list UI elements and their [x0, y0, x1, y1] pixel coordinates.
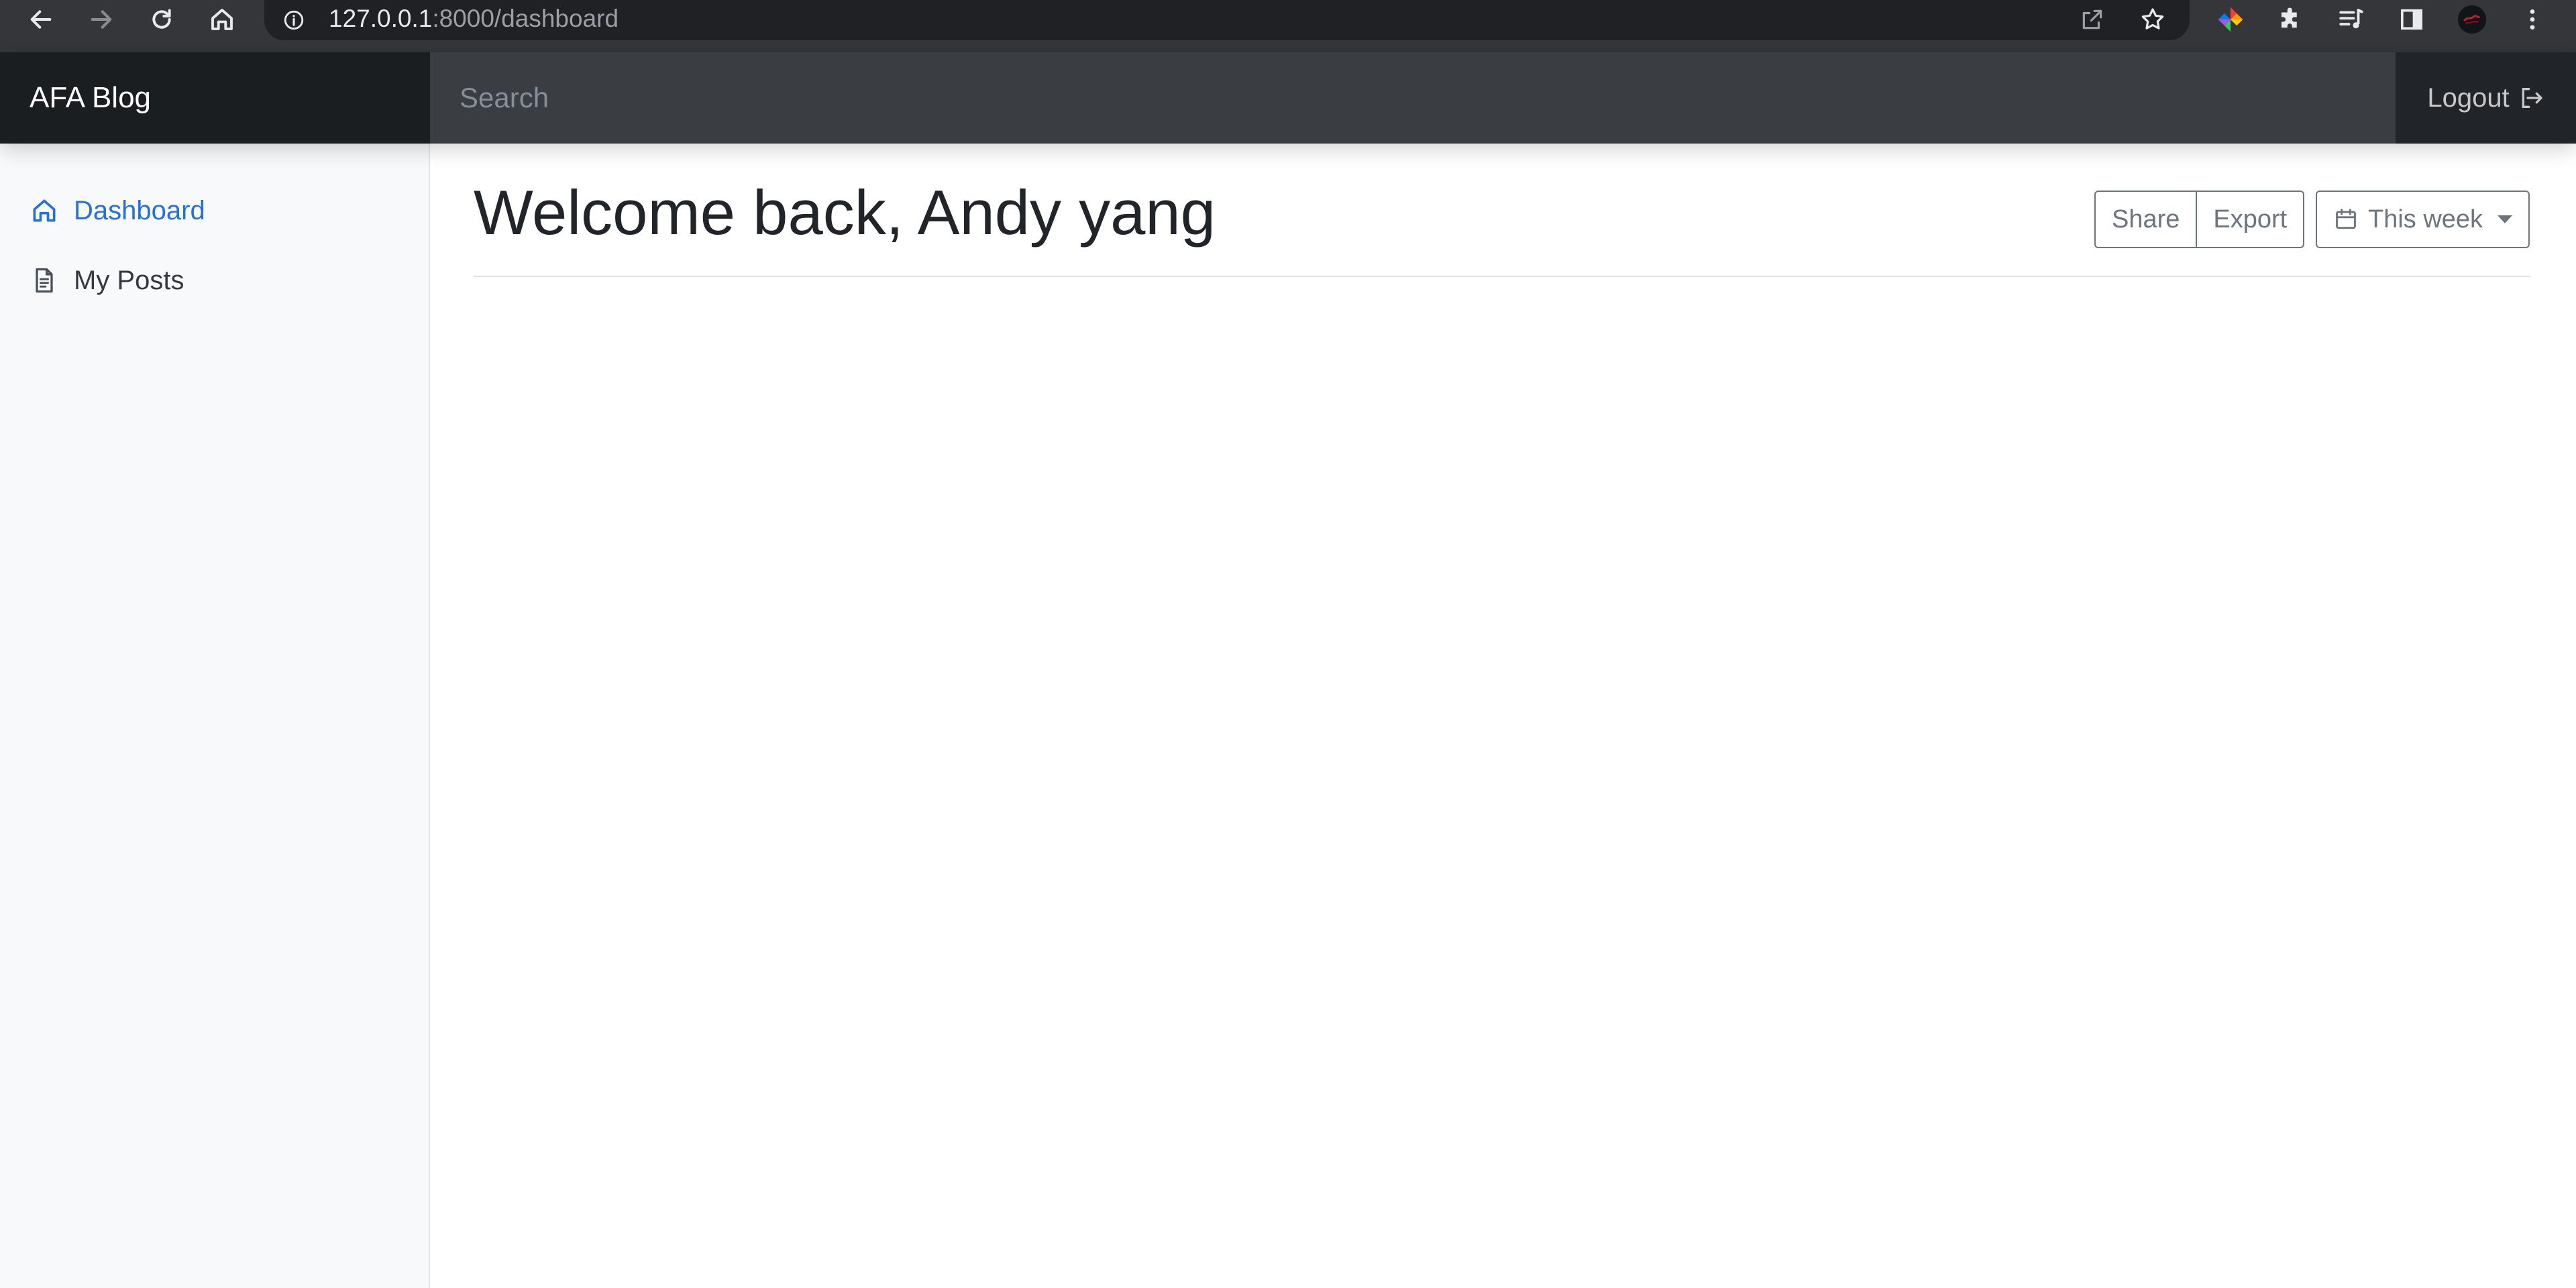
address-bar[interactable]: 127.0.0.1:8000/dashboard	[264, 0, 2190, 40]
reload-button[interactable]	[138, 0, 185, 39]
toolbar-button-group: Share Export	[2094, 191, 2305, 248]
more-vert-icon	[2519, 6, 2546, 33]
top-navbar: AFA Blog Logout	[0, 52, 2576, 144]
logout-link[interactable]: Logout	[2396, 52, 2576, 144]
back-button[interactable]	[17, 0, 64, 39]
browser-menu-button[interactable]	[2509, 0, 2556, 39]
color-picker-extension-icon	[2216, 5, 2245, 34]
share-button[interactable]: Share	[2094, 191, 2198, 248]
share-page-icon	[2080, 7, 2105, 32]
forward-arrow-icon	[88, 6, 115, 33]
sidebar: Dashboard My Posts	[0, 144, 430, 1288]
browser-toolbar: 127.0.0.1:8000/dashboard	[0, 0, 2576, 52]
logout-icon	[2518, 85, 2544, 111]
sidebar-item-label: Dashboard	[74, 195, 205, 225]
share-page-button[interactable]	[2069, 0, 2116, 39]
profile-avatar-icon	[2457, 4, 2487, 35]
site-info-icon[interactable]	[280, 7, 307, 34]
back-arrow-icon	[28, 6, 54, 33]
page-title: Welcome back, Andy yang	[474, 177, 1216, 248]
sidebar-item-dashboard[interactable]: Dashboard	[30, 191, 205, 231]
star-icon	[2139, 6, 2166, 33]
caret-down-icon	[2498, 215, 2513, 223]
sidebar-item-my-posts[interactable]: My Posts	[30, 260, 184, 301]
calendar-icon	[2333, 207, 2359, 232]
url-text[interactable]: 127.0.0.1:8000/dashboard	[329, 0, 619, 38]
playlist-icon	[2337, 5, 2365, 34]
file-text-icon	[30, 266, 59, 295]
logout-label: Logout	[2427, 83, 2510, 113]
sidebar-item-label: My Posts	[74, 265, 184, 295]
forward-button[interactable]	[78, 0, 125, 39]
browser-home-icon	[208, 5, 236, 34]
extensions-button[interactable]	[2267, 0, 2314, 39]
date-range-dropdown[interactable]: This week	[2316, 191, 2530, 248]
media-control-button[interactable]	[2328, 0, 2375, 39]
side-panel-button[interactable]	[2388, 0, 2435, 39]
bookmark-button[interactable]	[2129, 0, 2176, 39]
brand-link[interactable]: AFA Blog	[0, 52, 430, 144]
url-path: :8000/dashboard	[432, 5, 619, 32]
search-input[interactable]	[430, 52, 2396, 144]
reload-icon	[148, 6, 175, 33]
date-range-label: This week	[2368, 205, 2483, 233]
home-button[interactable]	[199, 0, 246, 39]
side-panel-icon	[2398, 6, 2425, 33]
export-button[interactable]: Export	[2197, 191, 2305, 248]
home-icon	[30, 196, 59, 225]
puzzle-icon	[2277, 5, 2305, 34]
title-divider	[474, 276, 2530, 277]
extension-color-button[interactable]	[2207, 0, 2254, 39]
url-host: 127.0.0.1	[329, 5, 433, 32]
profile-button[interactable]	[2449, 0, 2496, 39]
